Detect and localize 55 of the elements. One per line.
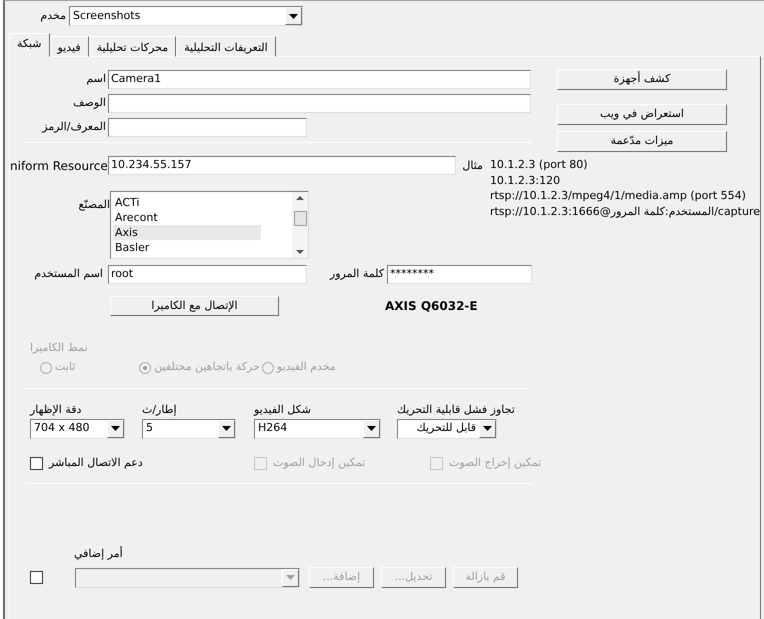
dropdown[interactable]: قابل للتحريك [397,418,497,438]
setting-label: تجاوز فشل قابلية التحريك [397,402,515,414]
checkbox-label: تمكين إدخال الصوت [273,455,366,472]
input-field[interactable] [108,118,307,137]
scroll-up-icon[interactable] [296,196,304,200]
input-field[interactable]: ******** [387,265,532,284]
button[interactable]: استعراض في ويب [557,104,727,125]
dropdown[interactable]: 5 [142,418,236,438]
password-label: كلمة المرور [328,266,385,282]
username-label: اسم المستخدم [33,266,104,282]
scroll-down-icon[interactable] [296,250,304,254]
dropdown[interactable]: 704 x 480 [30,418,125,438]
input-field[interactable]: 10.234.55.157 [108,156,456,175]
list-item[interactable]: Basler [113,240,261,255]
tab[interactable]: فيديو [50,36,89,57]
field-label: اسم [85,71,107,88]
list-item[interactable]: Axis [113,225,261,240]
example-text: 10.1.2.3:120 [490,172,562,188]
setting-label: إطار/ث [142,402,177,414]
extra-command-label: أمر إضافي [74,546,123,562]
button[interactable]: ميزات مدّعمة [557,131,727,152]
radio-label: ثابت [55,359,76,376]
checkbox-label: تمكين إخراج الصوت [449,455,542,472]
dropdown[interactable]: H264 [254,418,381,438]
tab[interactable]: التعريفات التحليلية [176,36,276,57]
camera-mode-label: نمط الكاميرا [30,340,88,356]
server-label: مخدم [39,8,67,24]
setting-label: دقة الإظهار [30,402,82,414]
field-label: المعرف/الرمز [40,119,107,136]
example-text: rtsp://المستخدم:كلمة المرور@10.1.2.3:1666/capture [490,204,760,219]
example-text: 10.1.2.3 (port 80) [490,157,589,172]
camera-model: AXIS Q6032-E [385,298,478,315]
input-field[interactable]: root [108,265,307,284]
server-dropdown[interactable]: Screenshots [69,6,303,26]
scrollbar[interactable] [292,192,308,258]
tab[interactable]: محركات تحليلية [88,36,176,57]
list-item[interactable]: Arecont [113,210,261,225]
example-text: rtsp://10.1.2.3/mpeg4/1/media.amp (port 554) [490,188,747,204]
example-label: مثال [461,158,484,174]
checkbox-label: دعم الاتصال المباشر [49,455,143,472]
setting-label: شكل الفيديو [254,402,311,414]
manufacturer-label: المصنّع [78,197,110,213]
input-field[interactable] [108,94,531,113]
checkbox[interactable] [30,457,43,470]
button[interactable]: الإتصال مع الكاميرا [110,296,279,316]
radio-label: حركة باتجاهين مختلفين [154,359,260,376]
field-label: الوصف [72,95,107,112]
scroll-thumb[interactable] [294,210,306,226]
tab[interactable]: شبكة [9,33,50,57]
url-label: niform Resource [10,158,108,174]
input-field[interactable]: Camera1 [108,70,531,89]
button[interactable]: كشف أجهزة [557,69,727,90]
list-item[interactable]: ACTi [113,195,261,210]
manufacturer-list[interactable]: ACTi Arecont Axis Basler [110,191,309,259]
radio-label: مخدم الفيديو [276,359,336,376]
